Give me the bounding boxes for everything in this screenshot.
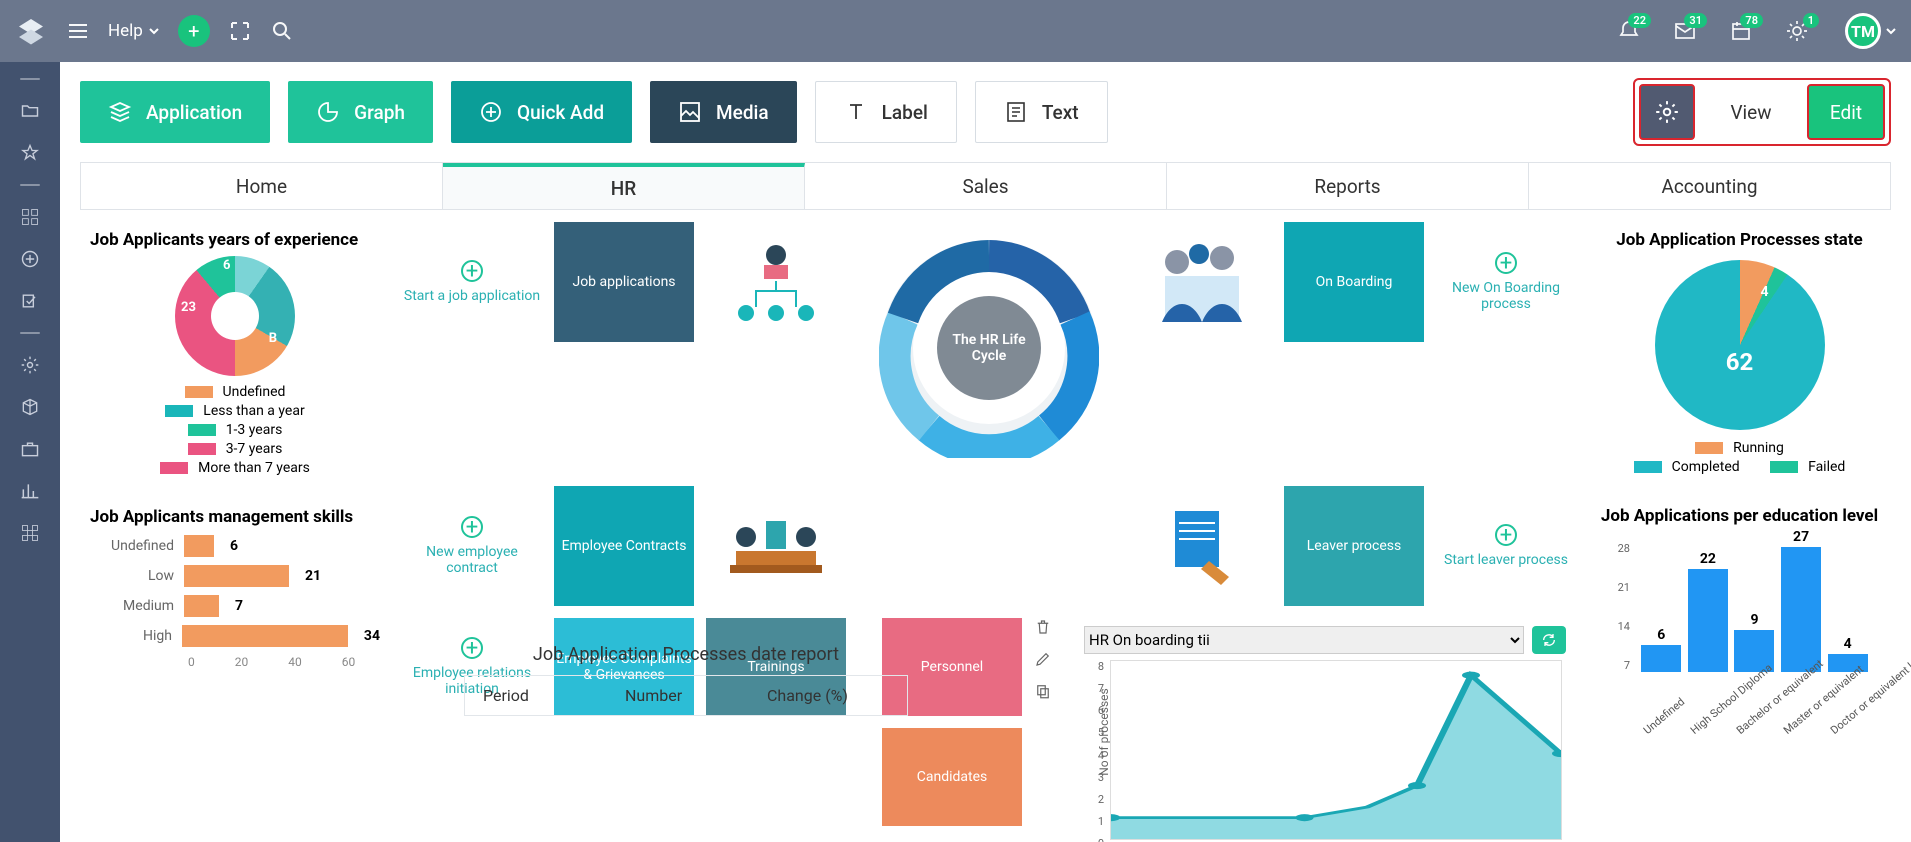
illustration-meeting <box>706 486 846 606</box>
donut-years: 23 6 B <box>175 256 295 376</box>
card-date-report: Job Application Processes date report Pe… <box>464 632 908 716</box>
settings-button[interactable] <box>1639 84 1695 140</box>
tool-application[interactable]: Application <box>80 81 270 143</box>
help-menu[interactable]: Help <box>108 21 160 41</box>
tile-row-1: +Start a job application Job application… <box>402 222 1576 474</box>
tile-candidates[interactable]: Candidates <box>882 728 1022 826</box>
theme-toggle[interactable]: 1 <box>1785 19 1809 43</box>
tab-reports[interactable]: Reports <box>1167 163 1529 209</box>
card-title: Job Application Processes date report <box>464 644 908 665</box>
card-title: Job Applicants years of experience <box>90 230 380 250</box>
table-header: Period Number Change (%) <box>464 675 908 716</box>
rail-cube-icon[interactable] <box>19 396 41 418</box>
trash-icon[interactable] <box>1034 618 1052 636</box>
rail-separator <box>20 184 40 186</box>
chart-selector[interactable]: HR On boarding tii <box>1084 626 1524 654</box>
card-onboarding-line: HR On boarding tii No of processes 87654… <box>1074 618 1576 842</box>
card-title: Job Application Processes state <box>1598 230 1881 250</box>
add-button[interactable]: + <box>178 15 210 47</box>
tool-graph[interactable]: Graph <box>288 81 433 143</box>
view-edit-toggle: View Edit <box>1633 78 1891 146</box>
tool-text[interactable]: Text <box>975 81 1108 143</box>
tile-job-applications[interactable]: Job applications <box>554 222 694 342</box>
copy-icon[interactable] <box>1034 682 1052 700</box>
view-button[interactable]: View <box>1711 84 1791 140</box>
card-years-of-experience: Job Applicants years of experience 23 6 … <box>80 222 390 487</box>
calendar-badge: 78 <box>1740 13 1763 28</box>
rail-folder-icon[interactable] <box>19 100 41 122</box>
card-management-skills: Job Applicants management skills Undefin… <box>80 499 390 677</box>
fullscreen-icon[interactable] <box>228 19 252 43</box>
tile-start-job-application[interactable]: +Start a job application <box>402 222 542 342</box>
tab-hr[interactable]: HR <box>443 163 805 209</box>
main-area: Application Graph Quick Add Media Label … <box>60 62 1911 842</box>
bell-badge: 22 <box>1628 13 1651 28</box>
card-title: Job Applicants management skills <box>90 507 380 527</box>
plot-area <box>1110 660 1562 840</box>
left-rail <box>0 62 60 842</box>
tile-start-leaver[interactable]: +Start leaver process <box>1436 486 1576 606</box>
y-ticks: 876543210 <box>1084 660 1104 842</box>
tile-employee-contracts[interactable]: Employee Contracts <box>554 486 694 606</box>
rail-add-icon[interactable] <box>19 248 41 270</box>
rail-grid-icon[interactable] <box>19 522 41 544</box>
illustration-team <box>1132 222 1272 342</box>
rail-gear-icon[interactable] <box>19 354 41 376</box>
edit-icon[interactable] <box>1034 650 1052 668</box>
dashboard-tabs: Home HR Sales Reports Accounting <box>80 162 1891 210</box>
card-title: Job Applications per education level <box>1598 506 1881 526</box>
rail-separator <box>20 78 40 80</box>
menu-icon[interactable] <box>66 19 90 43</box>
donut-state: 4 62 <box>1655 260 1825 430</box>
plus-icon: + <box>1495 524 1517 546</box>
illustration-contract <box>1132 486 1272 606</box>
edu-bar-chart: 2821147 6 22 9 27 4 Undefined High Schoo… <box>1598 532 1881 732</box>
theme-badge: 1 <box>1803 13 1819 28</box>
notifications-calendar[interactable]: 78 <box>1729 19 1753 43</box>
card-education-level: Job Applications per education level 282… <box>1588 498 1891 740</box>
user-menu[interactable]: TM <box>1845 13 1897 49</box>
illustration-hierarchy <box>706 222 846 342</box>
tab-sales[interactable]: Sales <box>805 163 1167 209</box>
plus-icon: + <box>461 516 483 538</box>
tool-media[interactable]: Media <box>650 81 797 143</box>
tool-label[interactable]: Label <box>815 81 957 143</box>
dashboard-grid: Job Applicants years of experience 23 6 … <box>80 222 1891 842</box>
avatar: TM <box>1845 13 1881 49</box>
plus-icon: + <box>461 260 483 282</box>
cycle-label: The HR Life Cycle <box>937 296 1041 400</box>
tile-new-employee-contract[interactable]: +New employee contract <box>402 486 542 606</box>
edit-button[interactable]: Edit <box>1807 84 1885 140</box>
app-logo[interactable] <box>14 14 48 48</box>
legend: Running Completed Failed <box>1598 440 1881 475</box>
tile-row-2: +New employee contract Employee Contract… <box>402 486 1576 606</box>
mail-badge: 31 <box>1684 13 1707 28</box>
plus-icon: + <box>1495 252 1517 274</box>
refresh-button[interactable] <box>1532 626 1566 654</box>
rail-apps-icon[interactable] <box>19 206 41 228</box>
tab-accounting[interactable]: Accounting <box>1529 163 1890 209</box>
chevron-down-icon <box>148 25 160 37</box>
tile-new-onboarding[interactable]: +New On Boarding process <box>1436 222 1576 342</box>
top-bar: Help + 22 31 78 1 TM <box>0 0 1911 62</box>
widget-action-icons <box>1034 618 1052 700</box>
builder-toolbar: Application Graph Quick Add Media Label … <box>80 78 1891 146</box>
card-process-state: Job Application Processes state 4 62 Run… <box>1588 222 1891 486</box>
tool-quick-add[interactable]: Quick Add <box>451 81 632 143</box>
help-label: Help <box>108 21 143 41</box>
rail-star-icon[interactable] <box>19 142 41 164</box>
tile-on-boarding[interactable]: On Boarding <box>1284 222 1424 342</box>
rail-briefcase-icon[interactable] <box>19 438 41 460</box>
search-icon[interactable] <box>270 19 294 43</box>
rail-separator <box>20 332 40 334</box>
notifications-mail[interactable]: 31 <box>1673 19 1697 43</box>
tile-leaver-process[interactable]: Leaver process <box>1284 486 1424 606</box>
rail-check-icon[interactable] <box>19 290 41 312</box>
rail-chart-icon[interactable] <box>19 480 41 502</box>
notifications-bell[interactable]: 22 <box>1617 19 1641 43</box>
chevron-down-icon <box>1885 25 1897 37</box>
hr-life-cycle: The HR Life Cycle <box>858 222 1120 474</box>
tab-home[interactable]: Home <box>81 163 443 209</box>
legend: Undefined Less than a year 1-3 years 3-7… <box>90 384 380 476</box>
